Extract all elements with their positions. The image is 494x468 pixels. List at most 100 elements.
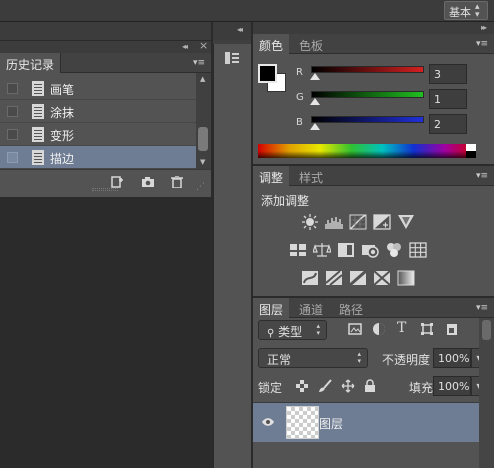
slider-b-thumb[interactable] xyxy=(310,123,320,130)
vibrance-icon[interactable] xyxy=(289,242,307,258)
history-panel: ◂◂ × 历史记录 ▾≡ 画笔 涂抹 变形 描边 ▲ ▼ ⋰ xyxy=(0,39,211,197)
tab-channels[interactable]: 通道 xyxy=(293,298,329,318)
gradient-triangle-icon[interactable] xyxy=(397,214,415,230)
layer-row[interactable]: 图层 xyxy=(253,402,479,442)
camera-icon[interactable] xyxy=(141,176,155,188)
panel-menu-icon[interactable]: ▾≡ xyxy=(476,39,488,49)
gradient-map-icon[interactable] xyxy=(397,270,415,286)
history-state[interactable]: 画笔 xyxy=(0,77,196,100)
workspace-switcher[interactable]: 基本 ▴ ▾ xyxy=(444,1,488,20)
filter-shape-icon[interactable] xyxy=(420,322,434,336)
history-dock-icon[interactable] xyxy=(224,50,240,66)
resize-grip-icon[interactable]: ⋰ xyxy=(196,182,205,192)
updown-arrows-icon: ▴ ▾ xyxy=(316,322,320,337)
collapse-dock-icon[interactable]: ◂◂ xyxy=(237,25,243,34)
history-state[interactable]: 涂抹 xyxy=(0,100,196,123)
panel-menu-icon[interactable]: ▾≡ xyxy=(476,303,488,313)
posterize-icon[interactable] xyxy=(325,270,343,286)
history-tabrow: 历史记录 ▾≡ xyxy=(0,53,211,73)
layer-name[interactable]: 图层 xyxy=(319,415,343,432)
layers-scrollbar[interactable] xyxy=(479,318,494,468)
selective-color-icon[interactable] xyxy=(373,270,391,286)
slider-b-track[interactable] xyxy=(311,116,424,123)
history-state[interactable]: 变形 xyxy=(0,123,196,146)
filter-smart-object-icon[interactable] xyxy=(445,322,459,336)
snapshot-source-checkbox[interactable] xyxy=(7,106,18,117)
workspace-label: 基本 xyxy=(449,6,471,19)
lock-all-icon[interactable] xyxy=(363,379,377,393)
history-state-label: 变形 xyxy=(50,129,75,143)
history-state-selected[interactable]: 描边 xyxy=(0,146,196,169)
tab-color[interactable]: 颜色 xyxy=(253,34,290,54)
tab-layers[interactable]: 图层 xyxy=(253,298,290,318)
threshold-icon[interactable] xyxy=(349,270,367,286)
close-icon[interactable]: × xyxy=(199,39,208,52)
brightness-icon[interactable] xyxy=(301,214,319,230)
color-lookup-icon[interactable] xyxy=(409,242,427,258)
visibility-eye-icon[interactable] xyxy=(261,417,275,427)
new-document-from-state-icon[interactable] xyxy=(110,176,124,188)
layer-thumbnail[interactable] xyxy=(286,406,319,439)
opacity-input[interactable]: 100% xyxy=(433,348,471,368)
fill-input[interactable]: 100% xyxy=(433,376,471,396)
left-panel-strip xyxy=(0,22,211,40)
history-state-label: 描边 xyxy=(50,152,75,166)
dock-header: ◂◂ xyxy=(213,22,251,40)
panel-drag-handle[interactable] xyxy=(92,188,118,191)
tab-paths[interactable]: 路径 xyxy=(333,298,369,318)
tab-history[interactable]: 历史记录 xyxy=(0,53,62,73)
color-panel: 颜色 色板 ▾≡ R 3 G 1 B 2 xyxy=(253,34,494,164)
snapshot-source-checkbox[interactable] xyxy=(7,83,18,94)
black-white-swatch[interactable] xyxy=(466,144,476,158)
history-state-label: 画笔 xyxy=(50,83,75,97)
scroll-down-icon[interactable]: ▼ xyxy=(200,158,205,166)
slider-g-track[interactable] xyxy=(311,91,424,98)
blend-mode-select[interactable]: 正常 ▴ ▾ xyxy=(258,348,368,368)
lock-position-icon[interactable] xyxy=(341,379,355,393)
layers-tabrow: 图层 通道 路径 ▾≡ xyxy=(253,298,494,318)
value-b-field[interactable]: 2 xyxy=(429,114,467,134)
filter-type-icon[interactable]: T xyxy=(397,320,406,336)
snapshot-source-checkbox[interactable] xyxy=(7,129,18,140)
panel-menu-icon[interactable]: ▾≡ xyxy=(476,171,488,181)
tab-swatches[interactable]: 色板 xyxy=(293,34,329,54)
balance-icon[interactable] xyxy=(313,242,331,258)
fill-label: 填充 xyxy=(409,381,434,395)
bw-icon[interactable] xyxy=(337,242,355,258)
value-g-field[interactable]: 1 xyxy=(429,89,467,109)
filter-adjustment-icon[interactable] xyxy=(372,322,386,336)
layers-scroll-thumb[interactable] xyxy=(482,320,491,340)
updown-arrows-icon: ▴ ▾ xyxy=(357,350,361,365)
photo-filter-icon[interactable] xyxy=(361,242,379,258)
filter-kind-select[interactable]: ⚲ 类型 ▴ ▾ xyxy=(258,320,327,340)
foreground-color-swatch[interactable] xyxy=(258,64,277,83)
value-r-field[interactable]: 3 xyxy=(429,64,467,84)
channel-label-r: R xyxy=(296,67,303,78)
filter-pixel-icon[interactable] xyxy=(348,322,362,336)
dock-drag-handle[interactable] xyxy=(213,40,251,44)
lock-label: 锁定 xyxy=(258,381,283,395)
slider-r-thumb[interactable] xyxy=(310,73,320,80)
levels-icon[interactable] xyxy=(325,214,343,230)
channel-mixer-icon[interactable] xyxy=(385,242,403,258)
collapse-panel-icon[interactable]: ◂◂ xyxy=(182,42,188,51)
document-icon xyxy=(32,81,44,96)
slider-r-track[interactable] xyxy=(311,66,424,73)
tab-styles[interactable]: 样式 xyxy=(293,166,329,186)
tab-adjustments[interactable]: 调整 xyxy=(253,166,290,186)
curves-icon[interactable] xyxy=(349,214,367,230)
lock-transparent-pixels-icon[interactable] xyxy=(295,379,309,393)
scroll-up-icon[interactable]: ▲ xyxy=(200,75,205,83)
slider-g-thumb[interactable] xyxy=(310,98,320,105)
snapshot-source-checkbox[interactable] xyxy=(7,152,18,163)
color-tabrow: 颜色 色板 ▾≡ xyxy=(253,34,494,54)
invert-icon[interactable] xyxy=(301,270,319,286)
history-scroll-thumb[interactable] xyxy=(198,127,208,151)
exposure-icon[interactable] xyxy=(373,214,391,230)
panel-menu-icon[interactable]: ▾≡ xyxy=(193,58,205,68)
layers-panel: 图层 通道 路径 ▾≡ ⚲ 类型 ▴▾ T 正常 ▴▾ 不透明度 100% ▼ … xyxy=(253,298,494,468)
trash-icon[interactable] xyxy=(170,176,184,188)
expand-panels-icon[interactable]: ▸▸ xyxy=(481,23,487,32)
lock-image-pixels-icon[interactable] xyxy=(318,379,332,393)
history-scrollbar[interactable] xyxy=(196,73,211,169)
